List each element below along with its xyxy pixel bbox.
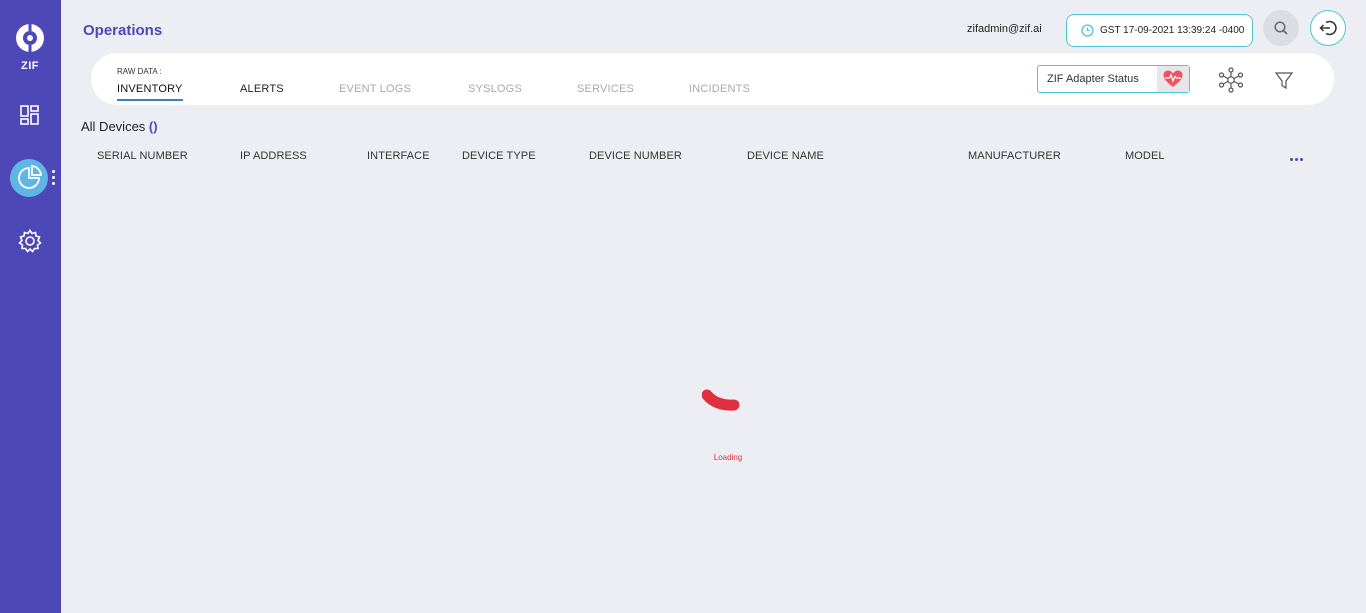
sidebar: ZIF — [0, 0, 61, 613]
adapter-status-label: ZIF Adapter Status — [1047, 73, 1139, 85]
logout-icon — [1319, 20, 1337, 36]
logo-text: ZIF — [21, 60, 39, 72]
clock-display: GST 17-09-2021 13:39:24 -0400 — [1066, 14, 1253, 47]
all-devices-label: All Devices — [81, 119, 146, 134]
column-header-serial-number[interactable]: SERIAL NUMBER — [97, 150, 188, 162]
clock-icon — [1081, 24, 1094, 37]
zif-logo-icon — [16, 24, 44, 52]
dashboard-grid-icon[interactable] — [17, 102, 43, 128]
raw-data-label: RAW DATA : — [117, 67, 162, 76]
all-devices-title: All Devices () — [81, 119, 158, 134]
tab-bar: RAW DATA : INVENTORY ALERTS EVENT LOGS S… — [91, 53, 1334, 105]
logout-button[interactable] — [1310, 10, 1346, 46]
column-header-ip-address[interactable]: IP ADDRESS — [240, 150, 307, 162]
user-email: zifadmin@zif.ai — [967, 23, 1042, 35]
pie-chart-icon — [18, 165, 42, 189]
column-header-manufacturer[interactable]: MANUFACTURER — [968, 150, 1061, 162]
page-title: Operations — [83, 22, 163, 39]
sidebar-item-operations[interactable] — [10, 159, 48, 197]
network-topology-icon[interactable] — [1217, 66, 1245, 94]
clock-text: GST 17-09-2021 13:39:24 -0400 — [1100, 25, 1245, 36]
heart-pulse-icon — [1157, 66, 1189, 92]
tab-incidents[interactable]: INCIDENTS — [689, 83, 750, 95]
tab-event-logs[interactable]: EVENT LOGS — [339, 83, 411, 95]
loading-text: Loading — [713, 453, 743, 462]
tab-services[interactable]: SERVICES — [577, 83, 634, 95]
column-header-device-number[interactable]: DEVICE NUMBER — [589, 150, 682, 162]
loading-spinner — [701, 388, 742, 416]
column-header-interface[interactable]: INTERFACE — [367, 150, 430, 162]
gear-icon[interactable] — [17, 228, 43, 254]
device-count: () — [148, 119, 158, 134]
tab-syslogs[interactable]: SYSLOGS — [468, 83, 522, 95]
filter-icon[interactable] — [1271, 66, 1299, 94]
tab-inventory[interactable]: INVENTORY — [117, 83, 183, 101]
search-icon — [1274, 21, 1288, 35]
tab-alerts[interactable]: ALERTS — [240, 83, 284, 95]
more-horizontal-icon[interactable] — [1290, 148, 1308, 161]
sidebar-item-menu-dots[interactable] — [52, 170, 56, 188]
search-button[interactable] — [1263, 10, 1299, 46]
column-header-device-type[interactable]: DEVICE TYPE — [462, 150, 536, 162]
column-header-model[interactable]: MODEL — [1125, 150, 1165, 162]
zif-logo[interactable]: ZIF — [12, 22, 48, 72]
column-header-device-name[interactable]: DEVICE NAME — [747, 150, 824, 162]
adapter-status-button[interactable]: ZIF Adapter Status — [1037, 65, 1190, 93]
